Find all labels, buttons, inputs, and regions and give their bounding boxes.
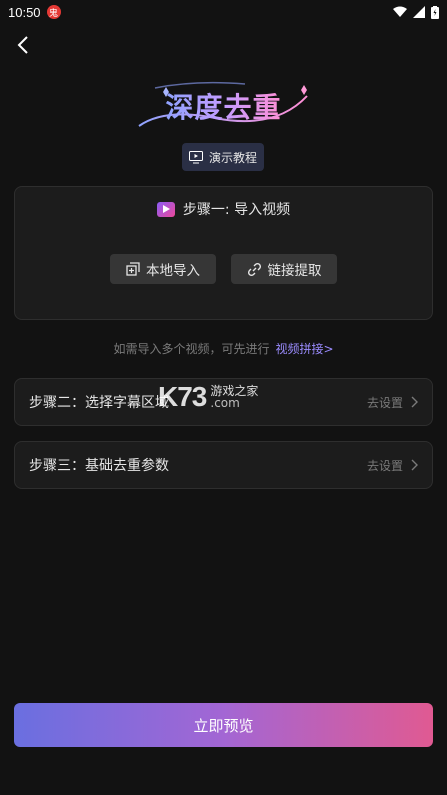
status-time: 10:50 [8, 4, 41, 20]
chevron-right-icon [411, 459, 418, 471]
link-extract-label: 链接提取 [267, 263, 322, 279]
status-right [393, 5, 439, 19]
step2-action: 去设置 [367, 394, 418, 411]
hint-text: 如需导入多个视频，可先进行 [113, 342, 270, 356]
title-wrap: 深度去重 [0, 78, 447, 134]
battery-icon [431, 5, 439, 19]
step2-row[interactable]: 步骤二：选择字幕区域 去设置 [14, 378, 433, 426]
wifi-icon [393, 6, 407, 17]
monitor-play-icon [188, 150, 203, 163]
video-icon [156, 201, 175, 217]
notification-icon: 鬼 [46, 5, 61, 19]
back-button[interactable] [10, 32, 36, 58]
link-extract-button[interactable]: 链接提取 [231, 254, 337, 284]
merge-hint: 如需导入多个视频，可先进行 视频拼接> [0, 340, 447, 357]
step2-action-label: 去设置 [366, 395, 403, 410]
step3-action: 去设置 [367, 457, 418, 474]
tutorial-label: 演示教程 [208, 150, 257, 165]
link-icon [247, 262, 261, 276]
step3-label: 步骤三：基础去重参数 [29, 458, 169, 474]
step1-title: 步骤一: 导入视频 [182, 202, 291, 218]
step2-label: 步骤二：选择字幕区域 [29, 395, 169, 411]
local-import-label: 本地导入 [146, 263, 200, 279]
status-bar: 10:50 鬼 [0, 0, 447, 24]
preview-label: 立即预览 [193, 716, 254, 735]
step1-header: 步骤一: 导入视频 [15, 199, 432, 219]
step3-row[interactable]: 步骤三：基础去重参数 去设置 [14, 441, 433, 489]
preview-button[interactable]: 立即预览 [14, 703, 433, 747]
local-import-button[interactable]: 本地导入 [110, 254, 216, 284]
signal-icon [413, 6, 425, 18]
chevron-left-icon [17, 36, 28, 54]
video-merge-link[interactable]: 视频拼接> [275, 342, 333, 356]
import-file-icon [126, 262, 140, 276]
step1-card: 步骤一: 导入视频 本地导入 链接提取 [14, 186, 433, 320]
status-left: 10:50 鬼 [8, 5, 61, 20]
page-title: 深度去重 [165, 86, 281, 126]
chevron-right-icon [411, 396, 418, 408]
step3-action-label: 去设置 [366, 458, 403, 473]
tutorial-button[interactable]: 演示教程 [182, 143, 264, 171]
